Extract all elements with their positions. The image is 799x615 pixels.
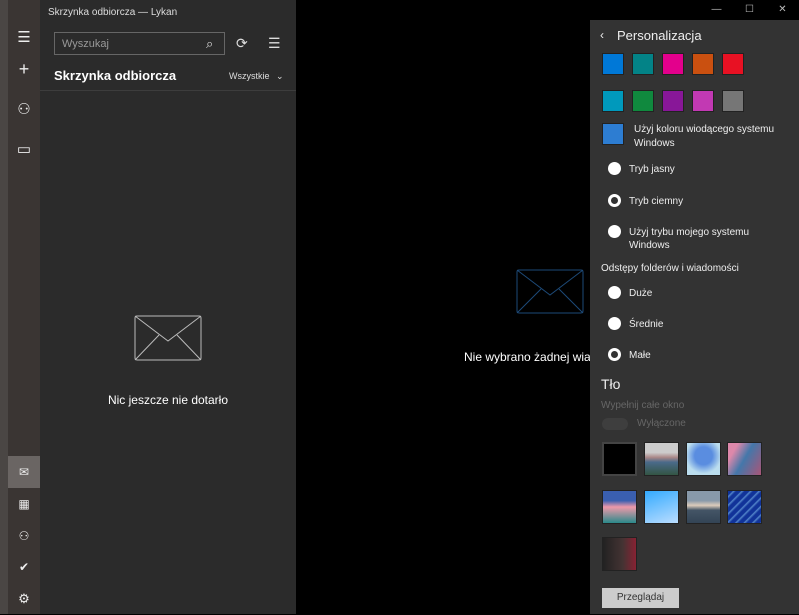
background-thumb-dark[interactable]	[602, 537, 637, 571]
settings-icon[interactable]: ⚙	[8, 583, 40, 615]
spacing-label: Duże	[629, 288, 653, 299]
background-thumb-waves[interactable]	[602, 490, 637, 524]
close-button[interactable]: ✕	[766, 0, 799, 20]
modes-label: Użyj trybu mojego systemu Windows	[629, 227, 750, 251]
search-input[interactable]: Wyszukaj	[54, 32, 225, 55]
back-icon[interactable]: ‹	[600, 28, 604, 42]
modes-radio[interactable]	[608, 194, 621, 207]
divider	[40, 90, 296, 91]
compose-icon[interactable]: +	[8, 53, 40, 85]
background-thumb-stars[interactable]	[727, 490, 762, 524]
accent-color-swatch[interactable]	[602, 53, 624, 75]
inbox-heading: Skrzynka odbiorcza	[54, 68, 177, 83]
accent-color-swatch[interactable]	[632, 53, 654, 75]
fill-window-toggle[interactable]	[602, 418, 628, 430]
sync-icon[interactable]: ⟳	[236, 35, 248, 52]
accent-color-swatch[interactable]	[722, 90, 744, 112]
accent-color-swatch[interactable]	[692, 53, 714, 75]
accent-color-swatch[interactable]	[632, 90, 654, 112]
spacing-radio[interactable]	[608, 317, 621, 330]
minimize-button[interactable]: —	[700, 0, 733, 20]
modes-label: Tryb ciemny	[629, 196, 684, 207]
modes-radio[interactable]	[608, 225, 621, 238]
background-thumb-black[interactable]	[602, 442, 637, 476]
filter-dropdown[interactable]: Wszystkie ⌄	[229, 71, 284, 82]
maximize-button[interactable]: ☐	[733, 0, 766, 20]
accent-color-swatch[interactable]	[722, 53, 744, 75]
envelope-icon	[516, 269, 584, 314]
fill-window-label: Wypełnij całe okno	[601, 400, 685, 411]
fill-window-state: Wyłączone	[637, 418, 686, 429]
folder-pane	[40, 0, 296, 614]
background-thumb-canyon[interactable]	[727, 442, 762, 476]
settings-panel: ‹ Personalizacja Użyj koloru wiodącego s…	[590, 20, 799, 614]
modes-label: Tryb jasny	[629, 164, 675, 175]
filter-label: Wszystkie	[229, 71, 270, 81]
window-edge	[0, 0, 8, 614]
background-thumb-blue[interactable]	[644, 490, 679, 524]
system-accent-label: Użyj koloru wiodącego systemu Windows	[634, 124, 775, 149]
chevron-down-icon: ⌄	[276, 71, 284, 81]
spacing-label: Odstępy folderów i wiadomości	[601, 263, 739, 274]
settings-title: Personalizacja	[617, 28, 702, 43]
accent-color-swatch[interactable]	[692, 90, 714, 112]
accent-color-swatch[interactable]	[602, 90, 624, 112]
window-controls: — ☐ ✕	[689, 0, 799, 20]
spacing-label: Małe	[629, 350, 651, 361]
todo-icon[interactable]: ✔	[8, 551, 40, 583]
accent-color-swatch[interactable]	[662, 90, 684, 112]
spacing-radio[interactable]	[608, 286, 621, 299]
background-thumb-tree[interactable]	[686, 442, 721, 476]
folder-icon[interactable]: ▭	[8, 133, 40, 165]
spacing-radio[interactable]	[608, 348, 621, 361]
spacing-label: Średnie	[629, 319, 664, 330]
modes-radio[interactable]	[608, 162, 621, 175]
background-thumb-mountain[interactable]	[644, 442, 679, 476]
calendar-icon[interactable]: ▦	[8, 488, 40, 520]
people-icon[interactable]: ⚇	[8, 520, 40, 552]
background-thumb-sunset[interactable]	[686, 490, 721, 524]
search-icon[interactable]: ⌕	[206, 36, 213, 52]
mail-icon[interactable]: ✉	[8, 456, 40, 488]
background-heading: Tło	[601, 376, 621, 392]
empty-inbox-text: Nic jeszcze nie dotarło	[107, 393, 229, 407]
envelope-icon	[134, 315, 202, 361]
accent-color-swatch[interactable]	[662, 53, 684, 75]
no-message-text: Nie wybrano żadnej wiadomości	[464, 350, 590, 364]
menu-icon[interactable]: ☰	[8, 21, 40, 53]
select-mode-icon[interactable]: ☰	[268, 35, 281, 52]
system-accent-swatch[interactable]	[602, 123, 624, 145]
browse-button[interactable]: Przeglądaj	[602, 588, 679, 608]
window-title: Skrzynka odbiorcza — Lykan	[48, 7, 178, 18]
account-icon[interactable]: ⚇	[8, 93, 40, 125]
